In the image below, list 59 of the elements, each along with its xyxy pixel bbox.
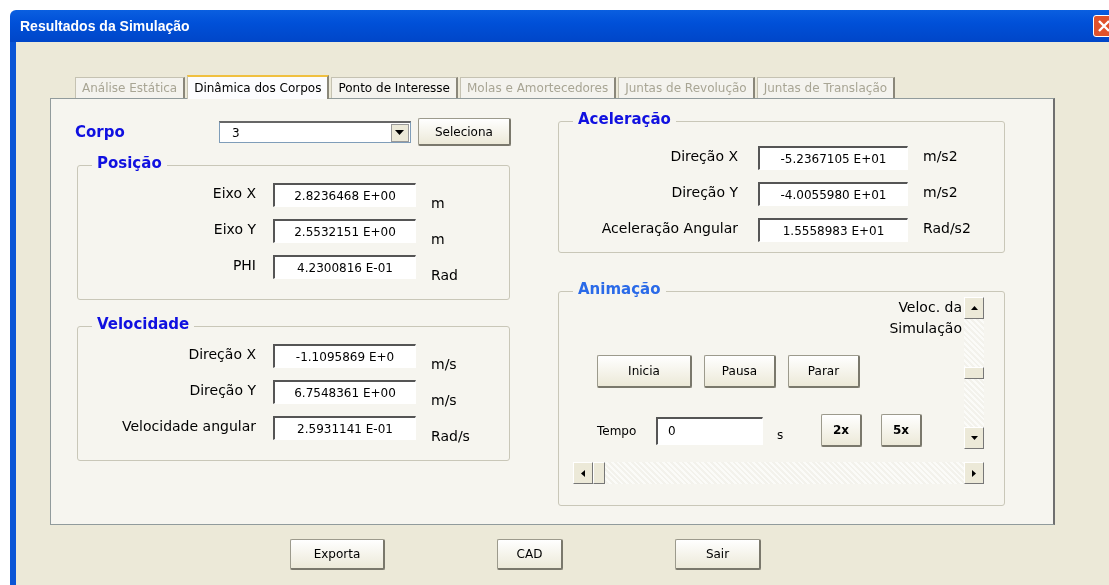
time-label: Tempo (597, 423, 638, 438)
window-title: Resultados da Simulação (20, 18, 190, 34)
value-field[interactable]: 2.5532151 E+00 (273, 219, 416, 243)
field-label: Direção Y (670, 183, 738, 200)
speed-button[interactable]: 2x (821, 414, 862, 447)
value-field[interactable]: 4.2300816 E-01 (273, 255, 416, 279)
animation-button[interactable]: Parar (788, 355, 860, 388)
animation-button[interactable]: Inicia (597, 355, 692, 388)
body-dropdown[interactable]: 3 (218, 121, 411, 143)
time-field[interactable]: 0 (656, 416, 763, 445)
value-field[interactable]: 6.7548361 E+00 (273, 380, 416, 404)
scroll-thumb[interactable] (593, 462, 605, 484)
down-arrow-icon (970, 436, 978, 440)
value-field[interactable]: -1.1095869 E+0 (273, 344, 416, 368)
dialog-button[interactable]: Sair (675, 539, 761, 570)
unit-label: m (431, 230, 445, 247)
unit-label: m/s2 (923, 183, 958, 200)
body-label: Corpo (75, 123, 126, 141)
field-label: Aceleração Angular (600, 219, 738, 236)
unit-label: m/s2 (923, 147, 958, 164)
select-button[interactable]: Seleciona (417, 118, 511, 146)
horizontal-scrollbar[interactable] (573, 462, 984, 484)
animation-button[interactable]: Pausa (704, 355, 776, 388)
close-icon (1097, 19, 1109, 33)
field-label: Direção X (669, 147, 738, 164)
value-field[interactable]: 1.5558983 E+01 (758, 218, 908, 242)
group-title: Animação (573, 280, 666, 298)
field-label: Direção X (187, 345, 256, 362)
field-label: Velocidade angular (121, 417, 256, 434)
close-button[interactable] (1093, 15, 1109, 37)
field-label: Eixo X (211, 184, 256, 201)
field-label: PHI (231, 256, 256, 273)
speed-button[interactable]: 5x (881, 414, 922, 447)
right-arrow-icon (972, 469, 976, 477)
up-arrow-icon (970, 306, 978, 310)
caret-icon (395, 130, 405, 135)
unit-label: Rad/s (431, 427, 470, 444)
unit-label: m/s (431, 355, 457, 372)
left-arrow-icon (581, 469, 585, 477)
value-field[interactable]: -4.0055980 E+01 (758, 182, 908, 206)
field-label: Direção Y (188, 381, 256, 398)
scroll-thumb[interactable] (964, 367, 984, 379)
value-field[interactable]: 2.8236468 E+00 (273, 183, 416, 207)
speed-label: Veloc. da Simulação (888, 298, 962, 338)
unit-label: Rad (431, 266, 458, 283)
dialog-button[interactable]: CAD (497, 539, 563, 570)
group-title: Aceleração (573, 110, 676, 128)
tab[interactable]: Dinâmica dos Corpos (187, 75, 330, 99)
unit-label: s (777, 427, 785, 442)
tab[interactable]: Ponto de Interesse (331, 77, 458, 98)
dialog-button[interactable]: Exporta (290, 539, 385, 570)
vertical-scrollbar[interactable] (964, 297, 984, 449)
unit-label: Rad/s2 (923, 219, 971, 236)
group-title: Posição (92, 154, 167, 172)
field-label: Eixo Y (212, 220, 256, 237)
value-field[interactable]: -5.2367105 E+01 (758, 146, 908, 170)
unit-label: m (431, 194, 445, 211)
unit-label: m/s (431, 391, 457, 408)
value-field[interactable]: 2.5931141 E-01 (273, 416, 416, 440)
